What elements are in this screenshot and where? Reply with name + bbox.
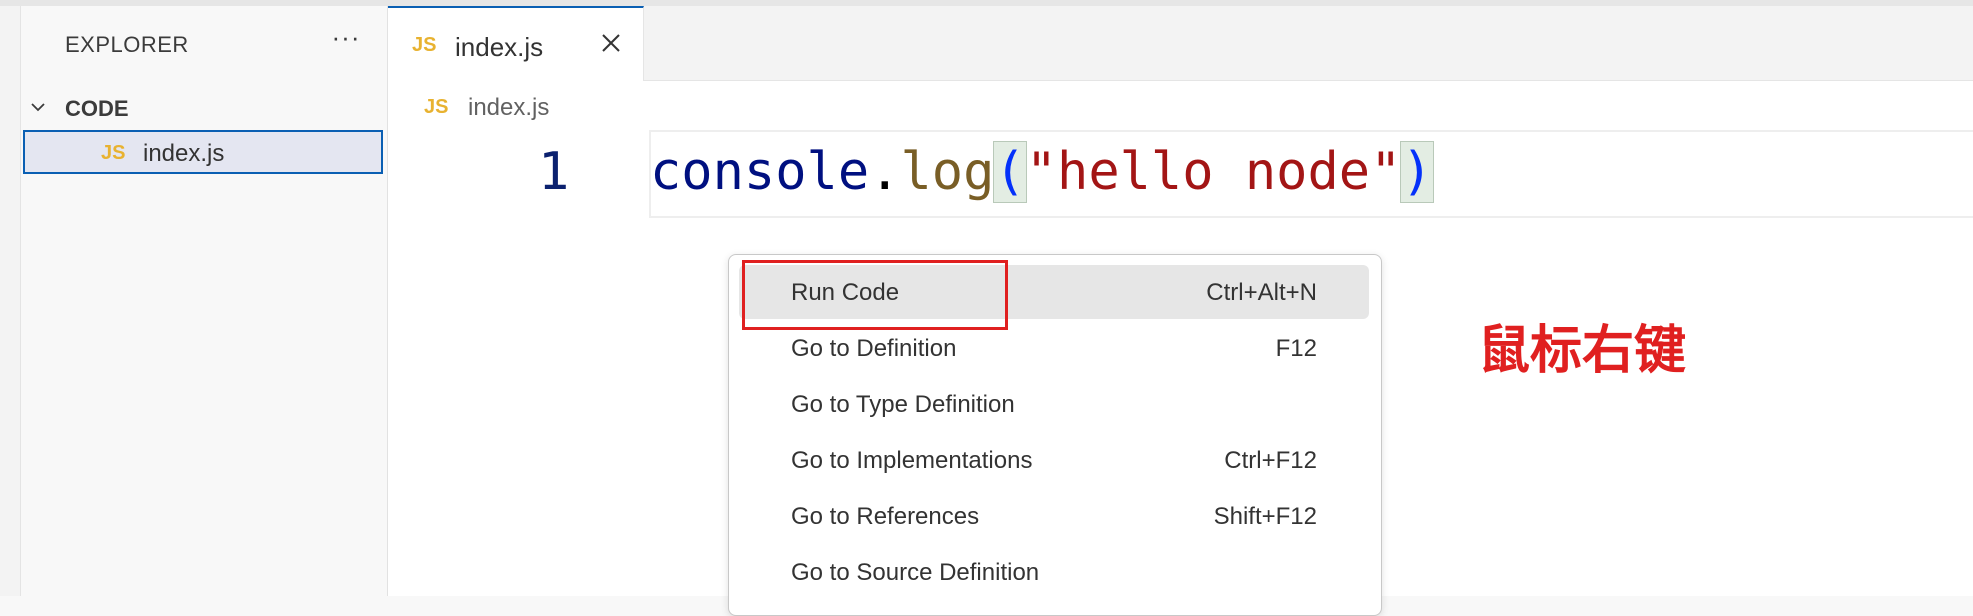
code-token-close-paren: ) (1400, 141, 1434, 203)
js-file-icon: JS (101, 142, 126, 164)
code-token-dot: . (869, 142, 901, 202)
tab-index-js[interactable]: JS index.js (388, 6, 644, 81)
annotation-label: 鼠标右键 (1478, 321, 1687, 381)
menu-item-label: Go to Type Definition (791, 391, 1015, 418)
folder-label: CODE (65, 96, 129, 121)
js-file-icon: JS (424, 96, 449, 118)
chevron-down-icon (31, 103, 45, 112)
menu-item-shortcut: F12 (1275, 335, 1317, 362)
menu-item-go-to-implementations[interactable]: Go to Implementations Ctrl+F12 (739, 433, 1369, 487)
code-line[interactable]: console.log("hello node") (650, 141, 1434, 203)
menu-item-shortcut: Ctrl+F12 (1224, 447, 1317, 474)
ellipsis-icon[interactable]: ··· (321, 22, 371, 56)
code-token-method: log (900, 142, 995, 202)
run-code-highlight-box (742, 260, 1008, 330)
activity-bar (0, 6, 21, 596)
tab-bar: JS index.js (388, 6, 1973, 81)
explorer-title: EXPLORER (65, 32, 189, 57)
folder-row-code[interactable]: CODE (21, 88, 387, 128)
menu-item-label: Go to Definition (791, 335, 957, 362)
menu-item-shortcut: Ctrl+Alt+N (1206, 279, 1317, 306)
js-file-icon: JS (412, 34, 437, 56)
menu-item-go-to-type-definition[interactable]: Go to Type Definition (739, 377, 1369, 431)
code-token-object: console (650, 142, 870, 202)
file-item-index-js[interactable]: JS index.js (23, 130, 383, 174)
menu-item-go-to-source-definition[interactable]: Go to Source Definition (739, 545, 1369, 599)
menu-item-label: Go to Source Definition (791, 559, 1040, 586)
menu-item-label: Go to Implementations (791, 447, 1033, 474)
close-icon[interactable] (598, 30, 624, 56)
line-number: 1 (538, 142, 570, 202)
tab-label: index.js (455, 32, 544, 62)
breadcrumb-label: index.js (468, 94, 550, 121)
file-label: index.js (143, 140, 225, 167)
menu-item-go-to-references[interactable]: Go to References Shift+F12 (739, 489, 1369, 543)
code-token-string: "hello node" (1025, 142, 1402, 202)
explorer-sidebar: EXPLORER ··· CODE JS index.js (21, 6, 388, 596)
menu-item-label: Go to References (791, 503, 980, 530)
code-token-open-paren: ( (993, 141, 1027, 203)
menu-item-shortcut: Shift+F12 (1213, 503, 1317, 530)
